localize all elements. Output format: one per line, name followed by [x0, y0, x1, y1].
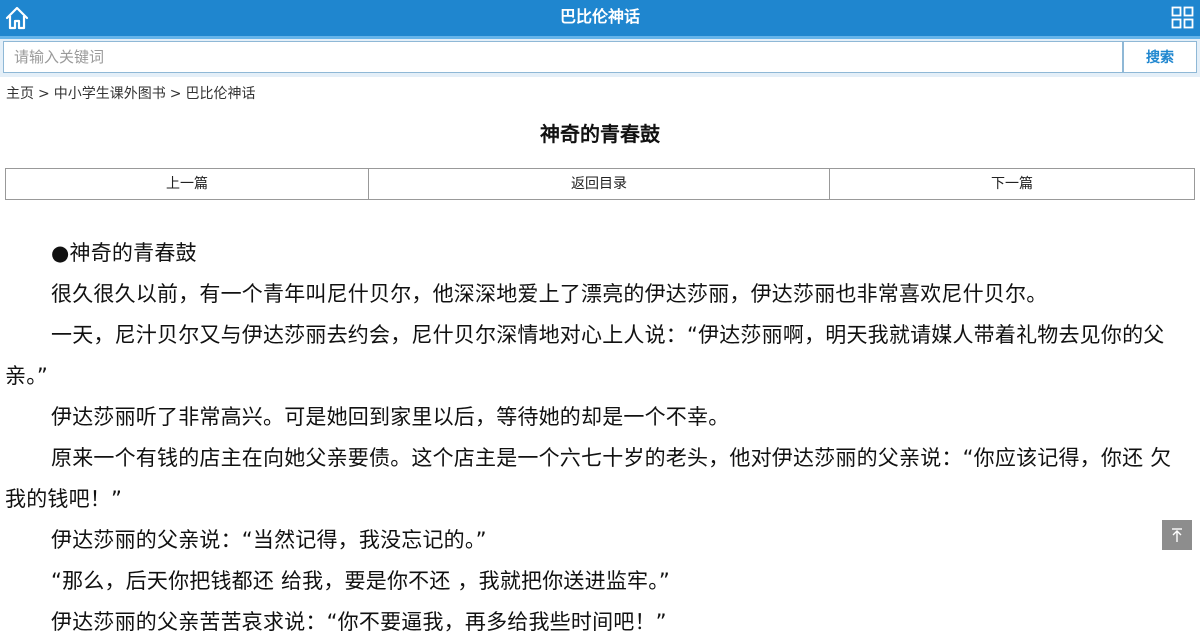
next-article-button[interactable]: 下一篇: [830, 168, 1195, 200]
search-button[interactable]: 搜索: [1123, 41, 1197, 73]
breadcrumb: 主页 > 中小学生课外图书 > 巴比伦神话: [6, 83, 255, 103]
breadcrumb-category[interactable]: 中小学生课外图书: [54, 86, 166, 102]
breadcrumb-separator: >: [38, 86, 50, 102]
article-paragraph: 伊达莎丽听了非常高兴。可是她回到家里以后，等待她的却是一个不幸。: [51, 405, 730, 429]
article-paragraph: 伊达莎丽的父亲苦苦哀求说：“你不要逼我，再多给我些时间吧！”: [51, 610, 667, 634]
article-paragraph: 很久很久以前，有一个青年叫尼什贝尔，他深深地爱上了漂亮的伊达莎丽，伊达莎丽也非常…: [51, 282, 1048, 306]
search-bar: 搜索: [0, 39, 1200, 77]
article-paragraph: 一天，尼汁贝尔又与伊达莎丽去约会，尼什贝尔深情地对心上人说：“伊达莎丽啊，明天我…: [5, 323, 1165, 388]
back-to-toc-button[interactable]: 返回目录: [369, 168, 830, 200]
article-paragraph: 原来一个有钱的店主在向她父亲要债。这个店主是一个六七十岁的老头，他对伊达莎丽的父…: [5, 446, 1172, 511]
article-paragraph: ●神奇的青春鼓: [51, 241, 197, 265]
top-header: 巴比伦神话: [0, 0, 1200, 36]
article-paragraph: 伊达莎丽的父亲说：“当然记得，我没忘记的。”: [51, 528, 487, 552]
prev-article-button[interactable]: 上一篇: [5, 168, 369, 200]
article-paragraph: “那么，后天你把钱都还 给我，要是你不还 ，我就把你送进监牢。”: [51, 569, 671, 593]
article-content: ●神奇的青春鼓 很久很久以前，有一个青年叫尼什贝尔，他深深地爱上了漂亮的伊达莎丽…: [5, 233, 1188, 643]
article-title: 神奇的青春鼓: [540, 122, 660, 146]
page-header-title: 巴比伦神话: [559, 7, 640, 26]
arrow-up-to-top-icon: [1162, 528, 1192, 554]
breadcrumb-book[interactable]: 巴比伦神话: [185, 86, 255, 102]
search-input[interactable]: [3, 41, 1123, 73]
back-to-top-button[interactable]: [1162, 520, 1192, 550]
grid-menu-icon[interactable]: [1171, 6, 1195, 30]
breadcrumb-home[interactable]: 主页: [6, 86, 34, 102]
article-pager: 上一篇 返回目录 下一篇: [5, 168, 1195, 200]
breadcrumb-separator: >: [169, 86, 182, 102]
